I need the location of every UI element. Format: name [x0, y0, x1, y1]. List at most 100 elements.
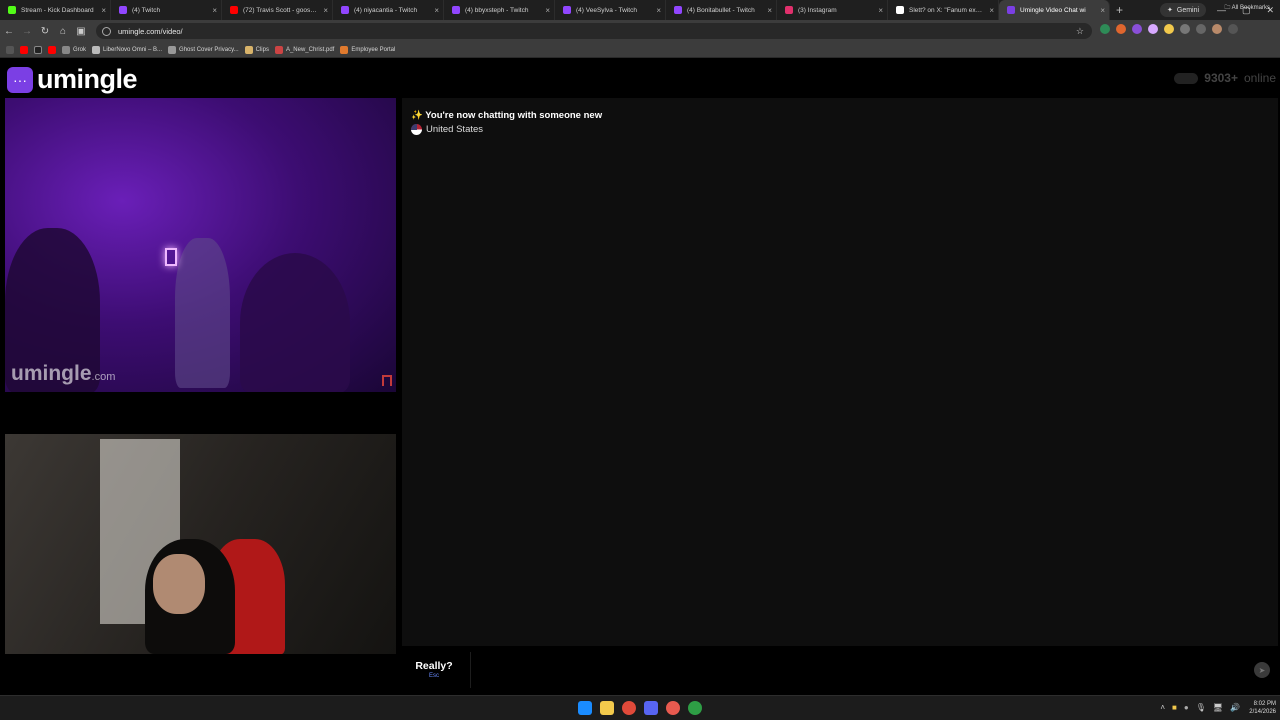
youtube-bookmark-icon[interactable] [48, 45, 56, 54]
apps-icon[interactable] [6, 45, 14, 54]
tab-close-icon[interactable]: × [1100, 6, 1105, 15]
tray-app-icon[interactable]: ■ [1172, 703, 1177, 712]
tab-favicon-icon [119, 6, 127, 14]
video-watermark: umingle.com [11, 362, 116, 385]
extension-icon[interactable] [1132, 24, 1142, 34]
chevron-up-icon[interactable]: ˄ [1160, 703, 1165, 712]
network-icon[interactable]: 🖥 [1213, 703, 1223, 712]
tab-title: Slett? on X: "Fanum exposi [909, 6, 986, 14]
reading-list-icon[interactable] [1196, 24, 1206, 34]
extension-icon[interactable] [1164, 24, 1174, 34]
youtube-bookmark-icon[interactable] [20, 45, 28, 54]
bookmark-item[interactable]: Clips [244, 45, 269, 54]
self-video [5, 434, 396, 654]
browser-tab[interactable]: Slett? on X: "Fanum exposi × [888, 0, 999, 20]
us-flag-icon [411, 124, 422, 135]
windows-start-icon[interactable] [578, 701, 592, 715]
chrome-icon[interactable] [622, 701, 636, 715]
file-explorer-icon[interactable] [600, 701, 614, 715]
gemini-button[interactable]: ✦ Gemini [1160, 3, 1207, 17]
browser-tab[interactable]: (4) Bonitabullet - Twitch × [666, 0, 777, 20]
message-input[interactable] [470, 652, 1246, 688]
tab-close-icon[interactable]: × [101, 6, 106, 15]
stop-button[interactable]: Really? Esc [402, 649, 466, 689]
back-icon[interactable]: ← [0, 26, 18, 37]
profile-avatar[interactable] [1212, 24, 1222, 34]
tab-close-icon[interactable]: × [656, 6, 661, 15]
tab-close-icon[interactable]: × [434, 6, 439, 15]
online-label: online [1243, 71, 1276, 85]
discord-icon[interactable] [644, 701, 658, 715]
address-bar[interactable]: umingle.com/video/ ☆ [96, 23, 1092, 39]
send-icon[interactable]: ➤ [1254, 662, 1270, 678]
xbox-icon[interactable] [688, 701, 702, 715]
app-icon[interactable] [666, 701, 680, 715]
bookmark-icon [92, 45, 101, 54]
extension-icon[interactable] [1116, 24, 1126, 34]
neon-light [165, 248, 177, 266]
tab-title: (72) Travis Scott - goosebum [243, 6, 320, 14]
bookmark-label: Employee Portal [351, 46, 396, 53]
tab-title: (4) VeeSylva - Twitch [576, 6, 637, 14]
chat-panel: ✨ You're now chatting with someone new U… [402, 98, 1278, 646]
bookmark-icon [340, 45, 349, 54]
tab-title: Umingle Video Chat wi [1020, 6, 1086, 14]
tab-close-icon[interactable]: × [212, 6, 217, 15]
browser-tab[interactable]: (3) Instagram × [777, 0, 888, 20]
extensions-puzzle-icon[interactable] [1180, 24, 1190, 34]
umingle-logo[interactable]: ··· umingle [7, 64, 138, 95]
site-info-icon[interactable] [102, 26, 111, 36]
tab-favicon-icon [8, 6, 16, 14]
all-bookmarks[interactable]: 🗀 All Bookmarks [1224, 3, 1270, 13]
online-indicator: 9303+ online [1174, 71, 1276, 85]
tab-close-icon[interactable]: × [989, 6, 994, 15]
new-tab-icon[interactable]: + [1116, 3, 1123, 17]
chat-bubble-icon: ··· [7, 66, 33, 93]
stranger-figure [240, 253, 350, 392]
tab-favicon-icon [1007, 6, 1015, 14]
microphone-icon[interactable]: 🎙 [1196, 703, 1206, 712]
browser-tab[interactable]: (4) VeeSylva - Twitch × [555, 0, 666, 20]
taskbar-clock[interactable]: 8:02 PM 2/14/2026 [1249, 700, 1276, 716]
bookmark-item[interactable]: A_New_Christ.pdf [274, 45, 334, 54]
volume-icon[interactable]: 🔊 [1230, 703, 1240, 712]
bookmark-item[interactable]: LiberNovo Omni – B... [92, 45, 162, 54]
tab-favicon-icon [785, 6, 793, 14]
extension-icon[interactable] [1100, 24, 1110, 34]
browser-tab[interactable]: (4) Twitch × [111, 0, 222, 20]
browser-toolbar: ← → ↻ ⌂ ▣ umingle.com/video/ ☆ [0, 20, 1280, 42]
extension-icon[interactable] [1148, 24, 1158, 34]
bookmark-item[interactable]: Employee Portal [340, 45, 396, 54]
tab-close-icon[interactable]: × [878, 6, 883, 15]
tab-close-icon[interactable]: × [767, 6, 772, 15]
bookmark-icon [168, 45, 177, 54]
browser-tab[interactable]: (4) niyacantia - Twitch × [333, 0, 444, 20]
tab-favicon-icon [563, 6, 571, 14]
bookmark-star-icon[interactable]: ☆ [1076, 26, 1084, 37]
bookmark-label: Ghost Cover Privacy... [179, 46, 239, 53]
browser-tab[interactable]: (4) bbyxsteph - Twitch × [444, 0, 555, 20]
tab-favicon-icon [341, 6, 349, 14]
bookmark-item[interactable]: Ghost Cover Privacy... [168, 45, 239, 54]
sidebar-icon[interactable]: ▣ [72, 26, 90, 37]
tab-close-icon[interactable]: × [545, 6, 550, 15]
bookmark-item[interactable]: Grok [62, 45, 86, 54]
browser-tab-strip: Stream - Kick Dashboard × (4) Twitch × (72) … [0, 0, 1280, 20]
tray-app-icon[interactable]: ● [1184, 703, 1189, 712]
bookmark-label: Clips [255, 46, 269, 53]
browser-tab[interactable]: Umingle Video Chat wi × [999, 0, 1110, 20]
bookmarks-bar: Grok LiberNovo Omni – B... Ghost Cover Pri… [0, 42, 1280, 58]
reload-icon[interactable]: ↻ [36, 26, 54, 37]
bookmark-icon [274, 45, 283, 54]
report-flag-icon[interactable] [382, 375, 392, 386]
bookmark-icon[interactable] [34, 45, 42, 54]
menu-icon[interactable] [1228, 24, 1238, 34]
online-toggle[interactable] [1174, 72, 1199, 84]
home-icon[interactable]: ⌂ [54, 26, 72, 37]
browser-tab[interactable]: Stream - Kick Dashboard × [0, 0, 111, 20]
self-face [153, 554, 205, 614]
url-text: umingle.com/video/ [118, 26, 183, 36]
browser-tab[interactable]: (72) Travis Scott - goosebum × [222, 0, 333, 20]
tab-close-icon[interactable]: × [323, 6, 328, 15]
forward-icon[interactable]: → [18, 26, 36, 37]
